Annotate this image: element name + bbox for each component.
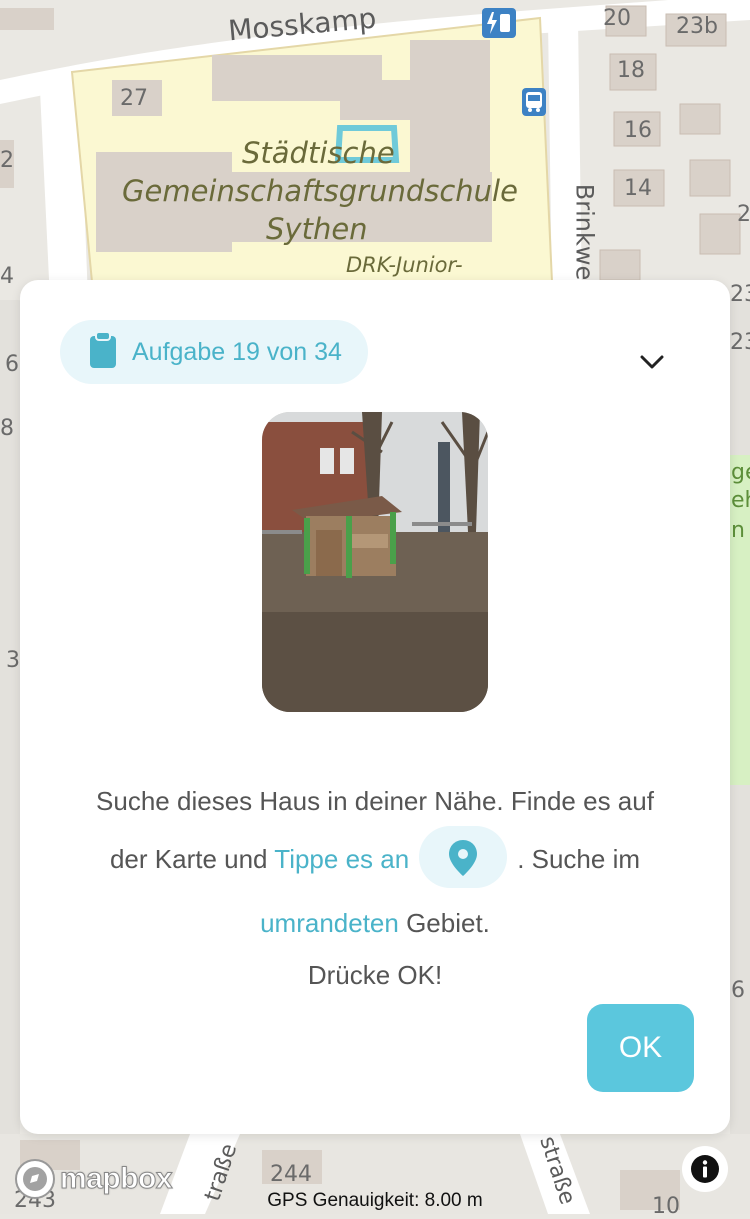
task-counter-badge: Aufgabe 19 von 34 — [60, 320, 368, 384]
house-number: 23 — [730, 282, 750, 307]
house-number: n — [731, 518, 745, 543]
instruction-line-1: Suche dieses Haus in deiner Nähe. Finde … — [96, 786, 654, 816]
street-label-brinkweg: Brinkwe — [570, 183, 599, 281]
ev-charging-icon — [482, 8, 516, 38]
task-instructions: Suche dieses Haus in deiner Nähe. Finde … — [48, 772, 702, 952]
school-label-line3: Sythen — [266, 212, 368, 246]
map-pin-badge — [419, 826, 508, 889]
house-number: 20 — [603, 6, 631, 31]
house-number: 2 — [0, 148, 14, 173]
bus-stop-icon — [522, 88, 546, 116]
attribution-info-button[interactable] — [682, 1146, 728, 1192]
instruction-line-3: umrandeten Gebiet. — [48, 894, 702, 952]
instruction-line-2: der Karte und Tippe es an . Suche im — [48, 826, 702, 892]
house-number: 3 — [6, 648, 20, 673]
map-pin-icon — [449, 840, 478, 877]
house-number: 16 — [624, 118, 652, 143]
task-card: Aufgabe 19 von 34 Suche dieses Haus in d… — [20, 280, 730, 1134]
task-photo — [262, 412, 488, 712]
instruction-text: der Karte und — [109, 844, 275, 874]
house-number: 6 — [5, 352, 19, 377]
house-number: 27 — [120, 86, 148, 111]
school-label-line1: Städtische — [242, 136, 395, 170]
tap-hint-link: Tippe es an — [274, 844, 410, 874]
chevron-down-icon[interactable] — [640, 350, 664, 374]
outlined-area-link: umrandeten — [260, 908, 399, 939]
house-number: ge — [731, 460, 750, 485]
gps-accuracy-text: GPS Genauigkeit: 8.00 m — [267, 1190, 483, 1211]
school-label-line2: Gemeinschaftsgrundschule — [122, 174, 518, 208]
house-number: 14 — [624, 176, 652, 201]
ok-button[interactable]: OK — [587, 1004, 694, 1092]
house-number: 4 — [0, 264, 14, 289]
task-counter-label: Aufgabe 19 von 34 — [132, 337, 342, 366]
house-number: 23 — [730, 330, 750, 355]
house-number: 6 — [731, 978, 745, 1003]
instruction-text: Gebiet. — [398, 908, 490, 939]
house-number: 2 — [737, 202, 750, 227]
house-number: 8 — [0, 416, 14, 441]
poi-label-drk: DRK-Junior- — [346, 253, 463, 277]
house-number: eh — [731, 488, 750, 513]
house-number: 18 — [617, 58, 645, 83]
press-ok-text: Drücke OK! — [307, 960, 443, 990]
house-number: 244 — [270, 1162, 312, 1187]
instruction-text: . Suche im — [517, 844, 641, 874]
clipboard-icon — [88, 331, 118, 373]
house-number: 23b — [676, 14, 718, 39]
info-icon — [691, 1155, 719, 1183]
